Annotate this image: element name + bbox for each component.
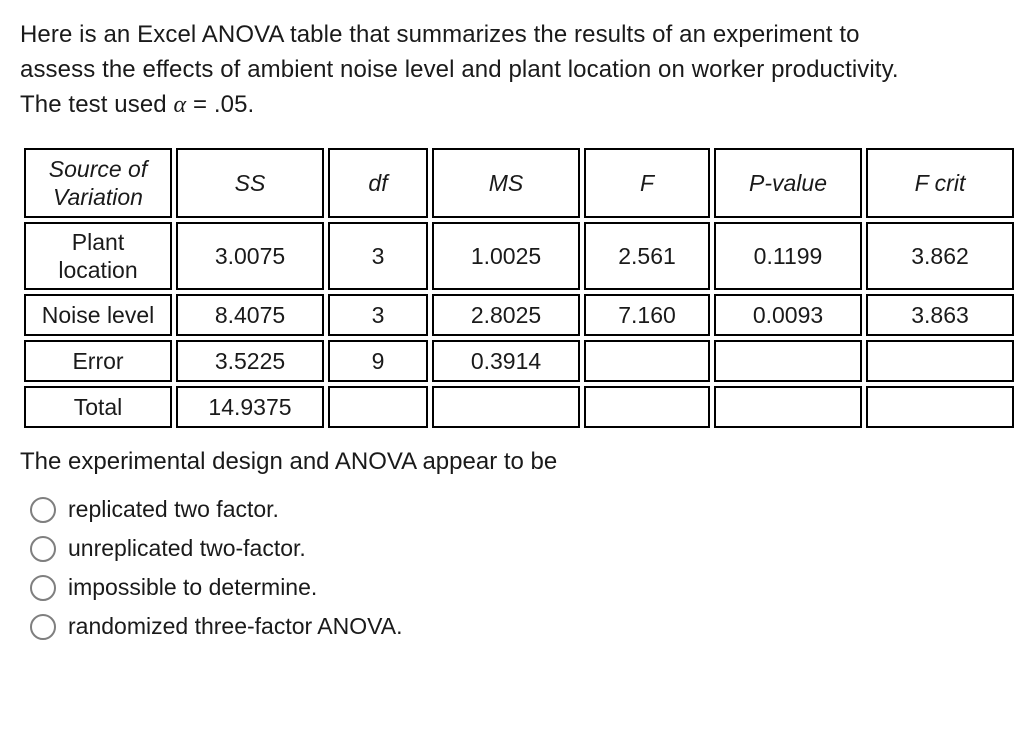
cell-error-label: Error <box>24 340 172 382</box>
option-a-label: replicated two factor. <box>68 496 279 523</box>
radio-icon <box>30 497 56 523</box>
cell-plant-p: 0.1199 <box>714 222 862 290</box>
row-plant-location: Plant location 3.0075 3 1.0025 2.561 0.1… <box>24 222 1014 290</box>
header-ms: MS <box>432 148 580 218</box>
header-source-l2: Variation <box>53 184 143 210</box>
question-intro: Here is an Excel ANOVA table that summar… <box>20 18 1004 122</box>
cell-total-p <box>714 386 862 428</box>
radio-icon <box>30 536 56 562</box>
intro-line-2: assess the effects of ambient noise leve… <box>20 56 899 83</box>
cell-plant-df: 3 <box>328 222 428 290</box>
cell-plant-label-l1: Plant <box>72 229 124 255</box>
cell-plant-ss: 3.0075 <box>176 222 324 290</box>
header-f: F <box>584 148 710 218</box>
cell-total-ms <box>432 386 580 428</box>
cell-total-df <box>328 386 428 428</box>
cell-plant-label: Plant location <box>24 222 172 290</box>
cell-error-p <box>714 340 862 382</box>
row-error: Error 3.5225 9 0.3914 <box>24 340 1014 382</box>
intro-line-3-pre: The test used <box>20 91 174 118</box>
radio-icon <box>30 575 56 601</box>
intro-line-1: Here is an Excel ANOVA table that summar… <box>20 21 860 48</box>
answer-options: replicated two factor. unreplicated two-… <box>30 496 1004 640</box>
question-stem: The experimental design and ANOVA appear… <box>20 448 1004 476</box>
cell-noise-fcrit: 3.863 <box>866 294 1014 336</box>
cell-plant-f: 2.561 <box>584 222 710 290</box>
header-ss: SS <box>176 148 324 218</box>
cell-plant-fcrit: 3.862 <box>866 222 1014 290</box>
cell-noise-ms: 2.8025 <box>432 294 580 336</box>
header-df: df <box>328 148 428 218</box>
cell-error-fcrit <box>866 340 1014 382</box>
radio-icon <box>30 614 56 640</box>
cell-error-ms: 0.3914 <box>432 340 580 382</box>
cell-total-label: Total <box>24 386 172 428</box>
cell-plant-ms: 1.0025 <box>432 222 580 290</box>
option-a[interactable]: replicated two factor. <box>30 496 1004 523</box>
header-source-l1: Source of <box>49 156 147 182</box>
cell-noise-df: 3 <box>328 294 428 336</box>
option-d-label: randomized three-factor ANOVA. <box>68 613 403 640</box>
anova-header-row: Source of Variation SS df MS F P-value F… <box>24 148 1014 218</box>
alpha-symbol: α <box>174 92 187 118</box>
row-noise-level: Noise level 8.4075 3 2.8025 7.160 0.0093… <box>24 294 1014 336</box>
header-pval: P-value <box>714 148 862 218</box>
option-c-label: impossible to determine. <box>68 574 317 601</box>
option-b-label: unreplicated two-factor. <box>68 535 306 562</box>
cell-total-ss: 14.9375 <box>176 386 324 428</box>
cell-plant-label-l2: location <box>58 257 137 283</box>
cell-noise-p: 0.0093 <box>714 294 862 336</box>
anova-table: Source of Variation SS df MS F P-value F… <box>20 144 1018 432</box>
option-b[interactable]: unreplicated two-factor. <box>30 535 1004 562</box>
cell-error-df: 9 <box>328 340 428 382</box>
cell-error-ss: 3.5225 <box>176 340 324 382</box>
header-source: Source of Variation <box>24 148 172 218</box>
option-d[interactable]: randomized three-factor ANOVA. <box>30 613 1004 640</box>
cell-noise-label: Noise level <box>24 294 172 336</box>
cell-noise-f: 7.160 <box>584 294 710 336</box>
header-fcrit: F crit <box>866 148 1014 218</box>
row-total: Total 14.9375 <box>24 386 1014 428</box>
option-c[interactable]: impossible to determine. <box>30 574 1004 601</box>
intro-line-3-post: = .05. <box>186 91 254 118</box>
cell-error-f <box>584 340 710 382</box>
cell-total-fcrit <box>866 386 1014 428</box>
cell-total-f <box>584 386 710 428</box>
cell-noise-ss: 8.4075 <box>176 294 324 336</box>
